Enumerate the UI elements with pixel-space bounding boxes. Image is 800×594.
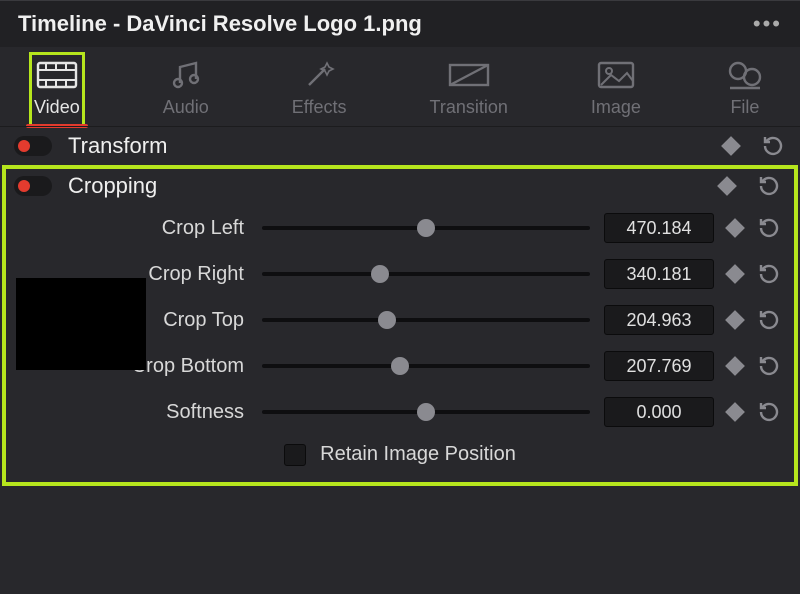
- keyframe-button[interactable]: [721, 136, 741, 156]
- image-icon: [595, 59, 637, 91]
- slider-thumb[interactable]: [417, 403, 435, 421]
- softness-value[interactable]: 0.000: [604, 397, 714, 427]
- tab-label: Transition: [430, 97, 508, 118]
- slider-thumb[interactable]: [371, 265, 389, 283]
- section-transform[interactable]: Transform: [0, 126, 800, 165]
- reset-button[interactable]: [760, 133, 786, 159]
- keyframe-button[interactable]: [725, 310, 745, 330]
- wand-icon: [298, 59, 340, 91]
- keyframe-button[interactable]: [725, 356, 745, 376]
- tab-image[interactable]: Image: [587, 53, 645, 126]
- keyframe-button[interactable]: [725, 402, 745, 422]
- crop-right-value[interactable]: 340.181: [604, 259, 714, 289]
- slider-thumb[interactable]: [391, 357, 409, 375]
- tab-audio[interactable]: Audio: [159, 53, 213, 126]
- tab-label: Image: [591, 97, 641, 118]
- section-label: Cropping: [68, 173, 157, 199]
- crop-top-value[interactable]: 204.963: [604, 305, 714, 335]
- param-label: Softness: [18, 401, 248, 424]
- retain-image-position-checkbox[interactable]: [284, 444, 306, 466]
- crop-left-slider[interactable]: [262, 226, 590, 230]
- tab-label: Effects: [292, 97, 347, 118]
- crop-bottom-value[interactable]: 207.769: [604, 351, 714, 381]
- page-title: Timeline - DaVinci Resolve Logo 1.png: [18, 11, 422, 37]
- transition-icon: [448, 59, 490, 91]
- cropping-toggle[interactable]: [14, 176, 52, 196]
- param-softness: Softness 0.000: [4, 389, 796, 435]
- tab-label: Audio: [163, 97, 209, 118]
- tab-bar: Video Audio Effects: [0, 47, 800, 126]
- redacted-area: [16, 278, 146, 370]
- section-label: Transform: [68, 133, 167, 159]
- crop-top-slider[interactable]: [262, 318, 590, 322]
- film-strip-icon: [36, 59, 78, 91]
- reset-button[interactable]: [756, 173, 782, 199]
- tab-label: Video: [34, 97, 80, 118]
- softness-slider[interactable]: [262, 410, 590, 414]
- reset-button[interactable]: [756, 399, 782, 425]
- reset-button[interactable]: [756, 353, 782, 379]
- tab-file[interactable]: File: [720, 53, 770, 126]
- inspector-panel: Timeline - DaVinci Resolve Logo 1.png ••…: [0, 0, 800, 594]
- tab-video[interactable]: Video: [30, 53, 84, 126]
- tab-label: File: [730, 97, 759, 118]
- reset-button[interactable]: [756, 215, 782, 241]
- param-crop-left: Crop Left 470.184: [4, 205, 796, 251]
- more-menu-button[interactable]: •••: [753, 11, 782, 37]
- reset-button[interactable]: [756, 307, 782, 333]
- slider-thumb[interactable]: [417, 219, 435, 237]
- keyframe-button[interactable]: [725, 218, 745, 238]
- tab-transition[interactable]: Transition: [426, 53, 512, 126]
- tab-effects[interactable]: Effects: [288, 53, 351, 126]
- reel-icon: [724, 59, 766, 91]
- titlebar: Timeline - DaVinci Resolve Logo 1.png ••…: [0, 0, 800, 47]
- transform-toggle[interactable]: [14, 136, 52, 156]
- param-label: Crop Left: [18, 217, 248, 240]
- keyframe-button[interactable]: [725, 264, 745, 284]
- crop-right-slider[interactable]: [262, 272, 590, 276]
- slider-thumb[interactable]: [378, 311, 396, 329]
- keyframe-button[interactable]: [717, 176, 737, 196]
- section-cropping[interactable]: Cropping: [4, 167, 796, 205]
- retain-image-position-label: Retain Image Position: [320, 443, 516, 466]
- crop-left-value[interactable]: 470.184: [604, 213, 714, 243]
- reset-button[interactable]: [756, 261, 782, 287]
- music-note-icon: [165, 59, 207, 91]
- retain-image-position-row: Retain Image Position: [4, 435, 796, 470]
- crop-bottom-slider[interactable]: [262, 364, 590, 368]
